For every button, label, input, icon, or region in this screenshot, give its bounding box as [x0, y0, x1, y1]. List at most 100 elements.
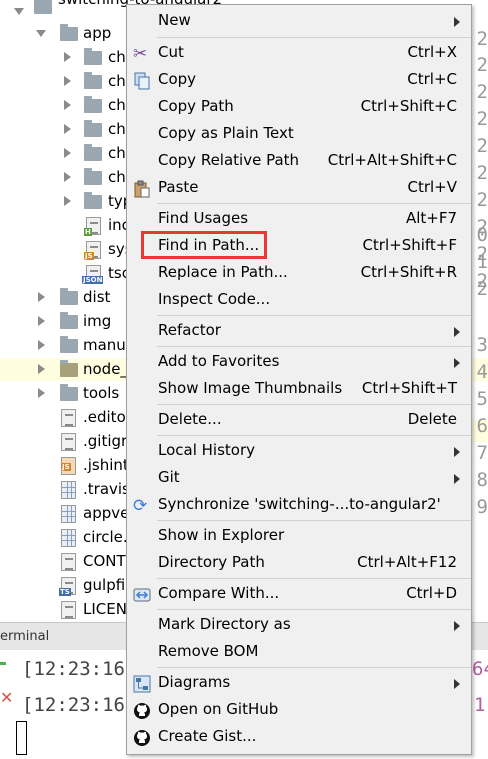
- menu-item-show-in-explorer[interactable]: Show in Explorer: [127, 523, 471, 550]
- folder-icon: [60, 288, 78, 305]
- menu-item-cut[interactable]: ✂ Cut Ctrl+X: [127, 40, 471, 67]
- annotation-highlight-box: [141, 231, 267, 259]
- collapse-arrow-icon[interactable]: [62, 142, 72, 158]
- menu-item-show-image-thumbnails[interactable]: Show Image Thumbnails Ctrl+Shift+T: [127, 376, 471, 403]
- menu-separator: [157, 578, 471, 579]
- menu-item-label: Replace in Path...: [158, 263, 288, 281]
- menu-item-synchronize[interactable]: ⟳ Synchronize 'switching-...to-angular2': [127, 492, 471, 519]
- tree-item-label: .jshint: [83, 456, 129, 474]
- menu-item-label: Cut: [158, 43, 184, 61]
- collapse-arrow-icon[interactable]: [62, 166, 72, 182]
- json-badge: JSON: [82, 276, 104, 284]
- menu-item-find-usages[interactable]: Find Usages Alt+F7: [127, 206, 471, 233]
- menu-item-shortcut: Ctrl+Alt+Shift+C: [327, 151, 457, 169]
- collapse-arrow-icon[interactable]: [62, 190, 72, 206]
- collapse-arrow-icon[interactable]: [36, 310, 46, 326]
- menu-item-refactor[interactable]: Refactor: [127, 318, 471, 345]
- folder-icon: [60, 384, 78, 401]
- tree-item-label: appve: [83, 504, 130, 522]
- menu-item-label: Copy as Plain Text: [158, 124, 294, 142]
- collapse-arrow-icon[interactable]: [36, 358, 46, 374]
- tree-item-label: ch: [108, 72, 126, 90]
- menu-item-label: Compare With...: [158, 584, 280, 602]
- menu-item-paste[interactable]: Paste Ctrl+V: [127, 175, 471, 202]
- menu-item-label: Show Image Thumbnails: [158, 379, 343, 397]
- collapse-arrow-icon[interactable]: [62, 118, 72, 134]
- terminal-cursor: [16, 721, 27, 755]
- github-icon: [133, 729, 151, 747]
- menu-item-new[interactable]: New: [127, 8, 471, 35]
- menu-item-label: Mark Directory as: [158, 615, 291, 633]
- menu-item-label: Inspect Code...: [158, 290, 271, 308]
- menu-item-copy-plain-text[interactable]: Copy as Plain Text: [127, 121, 471, 148]
- collapse-arrow-icon[interactable]: [36, 382, 46, 398]
- gutter-line-number: 9: [476, 496, 488, 518]
- collapse-arrow-icon[interactable]: [36, 286, 46, 302]
- menu-item-shortcut: Alt+F7: [405, 209, 457, 227]
- menu-item-shortcut: Ctrl+C: [407, 70, 457, 88]
- menu-item-directory-path[interactable]: Directory Path Ctrl+Alt+F12: [127, 550, 471, 577]
- collapse-arrow-icon[interactable]: [62, 46, 72, 62]
- menu-item-shortcut: Ctrl+Alt+F12: [357, 553, 457, 571]
- gutter-line-number: 5: [476, 388, 488, 410]
- tree-item-label: dist: [83, 288, 111, 306]
- submenu-arrow-icon: [454, 358, 460, 368]
- menu-separator: [157, 520, 471, 521]
- context-menu: New ✂ Cut Ctrl+X Copy Ctrl+C Copy Path C…: [126, 4, 472, 755]
- tree-item-label: ch: [108, 96, 126, 114]
- gutter-line-number: 2: [476, 54, 488, 76]
- expand-arrow-icon[interactable]: [36, 22, 46, 37]
- terminal-tab-label[interactable]: erminal: [0, 629, 49, 644]
- menu-item-label: Open on GitHub: [158, 700, 279, 718]
- menu-item-inspect-code[interactable]: Inspect Code...: [127, 287, 471, 314]
- gutter-line-number: 6: [476, 415, 488, 437]
- menu-item-local-history[interactable]: Local History: [127, 438, 471, 465]
- tree-item-label: CONT: [83, 552, 126, 570]
- menu-item-replace-in-path[interactable]: Replace in Path... Ctrl+Shift+R: [127, 260, 471, 287]
- expand-arrow-icon[interactable]: [14, 0, 24, 15]
- collapse-arrow-icon[interactable]: [62, 94, 72, 110]
- submenu-arrow-icon: [454, 327, 460, 337]
- terminal-add-icon[interactable]: [0, 662, 6, 665]
- gutter-line-number: 2: [476, 162, 488, 184]
- collapse-arrow-icon[interactable]: [62, 70, 72, 86]
- menu-item-copy[interactable]: Copy Ctrl+C: [127, 67, 471, 94]
- menu-item-compare-with[interactable]: Compare With... Ctrl+D: [127, 581, 471, 608]
- submenu-arrow-icon: [454, 17, 460, 27]
- menu-item-mark-directory-as[interactable]: Mark Directory as: [127, 612, 471, 639]
- folder-icon: [84, 120, 102, 137]
- gutter-line-number: 2: [476, 278, 488, 300]
- menu-item-git[interactable]: Git: [127, 465, 471, 492]
- menu-item-label: Synchronize 'switching-...to-angular2': [158, 495, 441, 513]
- menu-separator: [157, 404, 471, 405]
- gutter-line-number: 0: [476, 224, 488, 246]
- gutter-line-number: 4: [476, 361, 488, 383]
- menu-item-shortcut: Ctrl+Shift+R: [360, 263, 457, 281]
- menu-item-label: Create Gist...: [158, 727, 257, 745]
- menu-item-label: Find Usages: [158, 209, 249, 227]
- terminal-line: [12:23:16]: [22, 658, 137, 680]
- scissors-icon: ✂: [133, 44, 148, 64]
- menu-item-copy-relative-path[interactable]: Copy Relative Path Ctrl+Alt+Shift+C: [127, 148, 471, 175]
- menu-item-copy-path[interactable]: Copy Path Ctrl+Shift+C: [127, 94, 471, 121]
- tree-item-label: img: [83, 312, 112, 330]
- menu-item-open-on-github[interactable]: Open on GitHub: [127, 697, 471, 724]
- menu-item-label: Diagrams: [158, 673, 231, 691]
- menu-item-label: Remove BOM: [158, 642, 259, 660]
- html-badge: H: [84, 228, 92, 236]
- menu-item-label: Directory Path: [158, 553, 265, 571]
- menu-item-delete[interactable]: Delete... Delete: [127, 407, 471, 434]
- menu-separator: [157, 37, 471, 38]
- menu-item-diagrams[interactable]: Diagrams: [127, 670, 471, 697]
- collapse-arrow-icon[interactable]: [36, 334, 46, 350]
- menu-item-shortcut: Ctrl+V: [407, 178, 457, 196]
- menu-item-shortcut: Ctrl+X: [407, 43, 457, 61]
- menu-item-add-to-favorites[interactable]: Add to Favorites: [127, 349, 471, 376]
- menu-item-create-gist[interactable]: Create Gist...: [127, 724, 471, 751]
- menu-item-label: Delete...: [158, 410, 222, 428]
- js-badge: JS: [61, 463, 71, 471]
- menu-item-remove-bom[interactable]: Remove BOM: [127, 639, 471, 666]
- copy-icon: [133, 72, 151, 90]
- terminal-close-icon[interactable]: ✕: [0, 690, 13, 706]
- tree-item-label: app: [83, 24, 112, 42]
